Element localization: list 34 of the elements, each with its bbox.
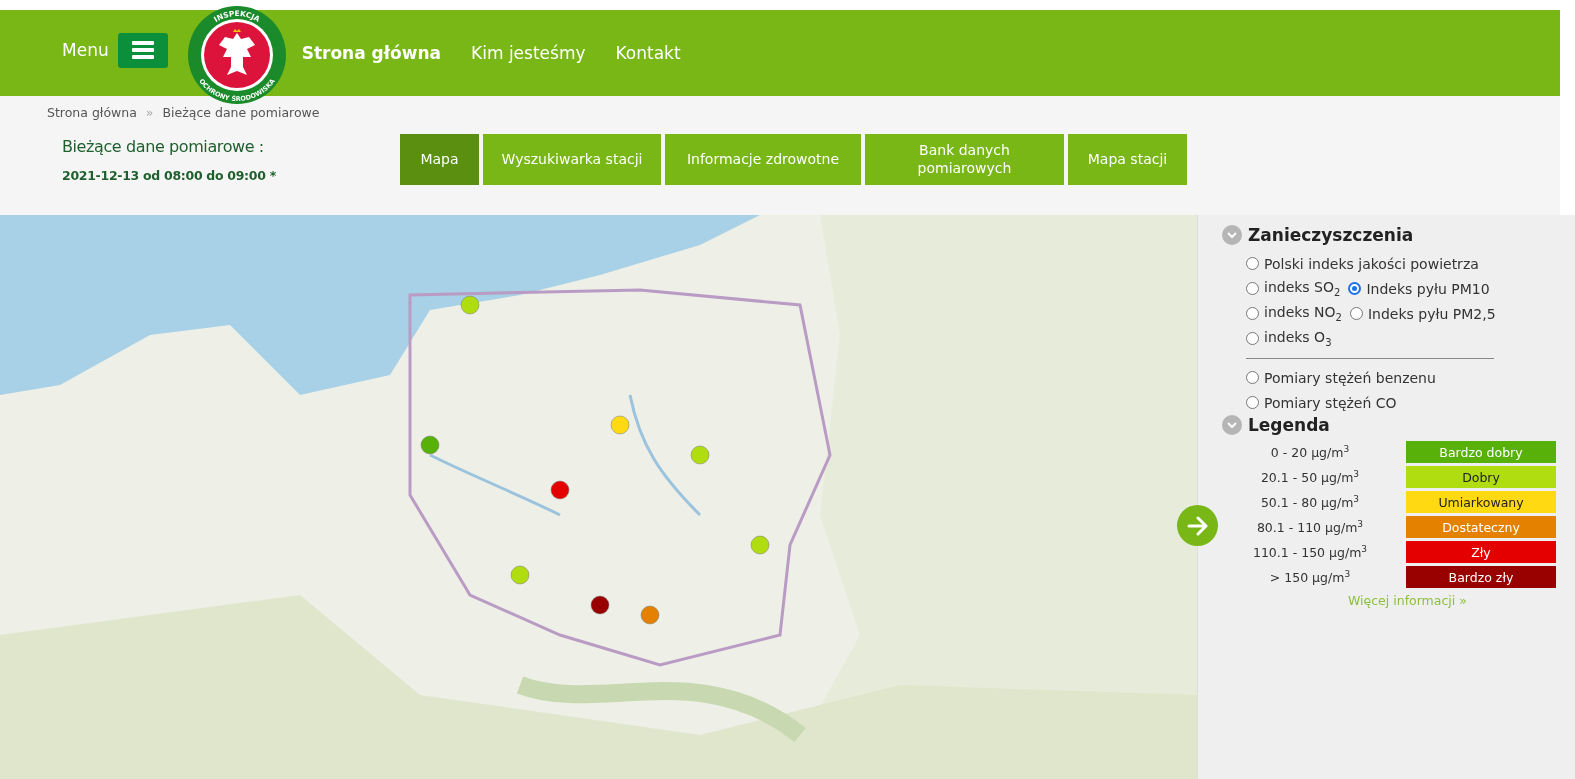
radio-option[interactable]: Indeks pyłu PM2,5 (1350, 305, 1496, 322)
chevron-down-icon[interactable] (1222, 225, 1242, 245)
legend-label: Bardzo dobry (1406, 441, 1556, 463)
legend-label: Dobry (1406, 466, 1556, 488)
radio-option[interactable]: Polski indeks jakości powietrza (1246, 255, 1479, 272)
legend-range: 110.1 - 150 µg/m$^{3}$ (1251, 543, 1369, 561)
legend-range: 20.1 - 50 µg/m$^{3}$ (1259, 468, 1361, 486)
radio-option[interactable]: indeks NO$_{2}$ (1246, 304, 1342, 323)
legend-label: Umiarkowany (1406, 491, 1556, 513)
legend-label: Bardzo zły (1406, 566, 1556, 588)
radio-option[interactable]: Pomiary stężeń benzenu (1246, 369, 1436, 386)
breadcrumb-link[interactable]: Strona główna (47, 105, 137, 120)
radio-option[interactable]: indeks O$_{3}$ (1246, 329, 1332, 348)
section-title: Legenda (1248, 415, 1330, 435)
menu-label: Menu (62, 40, 109, 60)
menu-icon (131, 41, 154, 59)
legend-label: Zły (1406, 541, 1556, 563)
radio-option[interactable]: Indeks pyłu PM10 (1348, 280, 1490, 297)
radio-option[interactable]: indeks SO$_{2}$ (1246, 279, 1341, 298)
legend-range: 50.1 - 80 µg/m$^{3}$ (1259, 493, 1361, 511)
chevron-down-icon[interactable] (1222, 415, 1242, 435)
section-title: Zanieczyszczenia (1248, 225, 1414, 245)
date-range: 2021-12-13 od 08:00 do 09:00 * (62, 168, 277, 183)
legend-range: 80.1 - 110 µg/m$^{3}$ (1255, 518, 1365, 536)
tab[interactable]: Mapa (400, 134, 479, 185)
legend-range: > 150 µg/m$^{3}$ (1268, 568, 1352, 586)
page-title: Bieżące dane pomiarowe : (62, 137, 265, 156)
arrow-right-icon (1186, 515, 1209, 536)
legend-range: 0 - 20 µg/m$^{3}$ (1269, 443, 1351, 461)
breadcrumb-link[interactable]: Bieżące dane pomiarowe (162, 105, 320, 120)
breadcrumb-separator: » (145, 105, 154, 120)
legend-label: Dostateczny (1406, 516, 1556, 538)
radio-option[interactable]: Pomiary stężeń CO (1246, 394, 1397, 411)
menu-button[interactable] (117, 32, 168, 68)
